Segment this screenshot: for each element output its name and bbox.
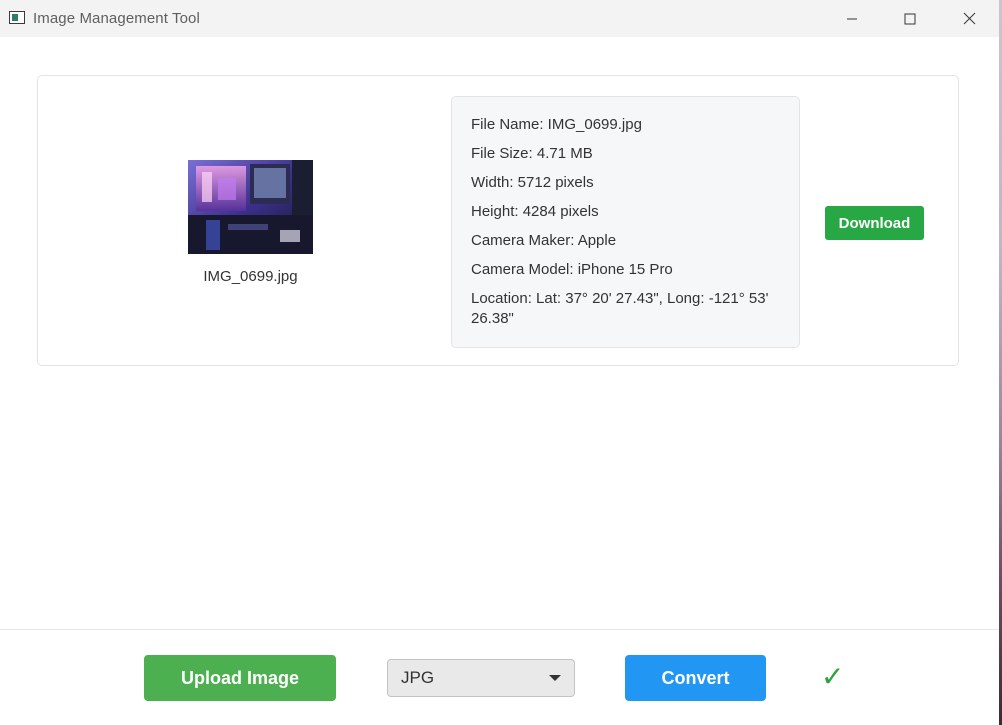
metadata-width: Width: 5712 pixels bbox=[471, 174, 594, 191]
download-button[interactable]: Download bbox=[825, 206, 924, 240]
metadata-file-size: File Size: 4.71 MB bbox=[471, 145, 593, 162]
thumbnail-caption: IMG_0699.jpg bbox=[203, 268, 298, 285]
upload-image-button[interactable]: Upload Image bbox=[144, 655, 336, 701]
maximize-button[interactable] bbox=[881, 0, 939, 37]
window-title: Image Management Tool bbox=[33, 10, 200, 27]
metadata-camera-model: Camera Model: iPhone 15 Pro bbox=[471, 261, 673, 278]
close-button[interactable] bbox=[940, 0, 998, 37]
convert-button[interactable]: Convert bbox=[625, 655, 766, 701]
check-icon: ✓ bbox=[821, 661, 845, 692]
close-icon bbox=[963, 12, 975, 25]
image-card: IMG_0699.jpg File Name: IMG_0699.jpg Fil… bbox=[37, 75, 959, 366]
app-window: Image Management Tool IMG_0699.jpg File … bbox=[0, 0, 1002, 725]
metadata-camera-maker: Camera Maker: Apple bbox=[471, 232, 617, 249]
metadata-panel: File Name: IMG_0699.jpg File Size: 4.71 … bbox=[451, 96, 800, 348]
metadata-height: Height: 4284 pixels bbox=[471, 203, 599, 220]
app-icon bbox=[9, 11, 25, 24]
metadata-file-name: File Name: IMG_0699.jpg bbox=[471, 116, 642, 133]
chevron-down-icon bbox=[549, 675, 561, 681]
minimize-button[interactable] bbox=[823, 0, 881, 37]
title-bar: Image Management Tool bbox=[0, 0, 999, 37]
image-thumbnail[interactable] bbox=[188, 160, 313, 254]
format-select[interactable]: JPG bbox=[387, 659, 575, 697]
bottom-toolbar: Upload Image JPG Convert ✓ bbox=[0, 629, 999, 725]
format-select-value: JPG bbox=[401, 668, 435, 687]
image-list-area: IMG_0699.jpg File Name: IMG_0699.jpg Fil… bbox=[0, 37, 999, 629]
metadata-location: Location: Lat: 37° 20' 27.43", Long: -12… bbox=[471, 290, 769, 327]
maximize-icon bbox=[904, 13, 916, 24]
minimize-icon bbox=[847, 18, 857, 19]
photo-thumbnail-graphic bbox=[188, 160, 313, 254]
